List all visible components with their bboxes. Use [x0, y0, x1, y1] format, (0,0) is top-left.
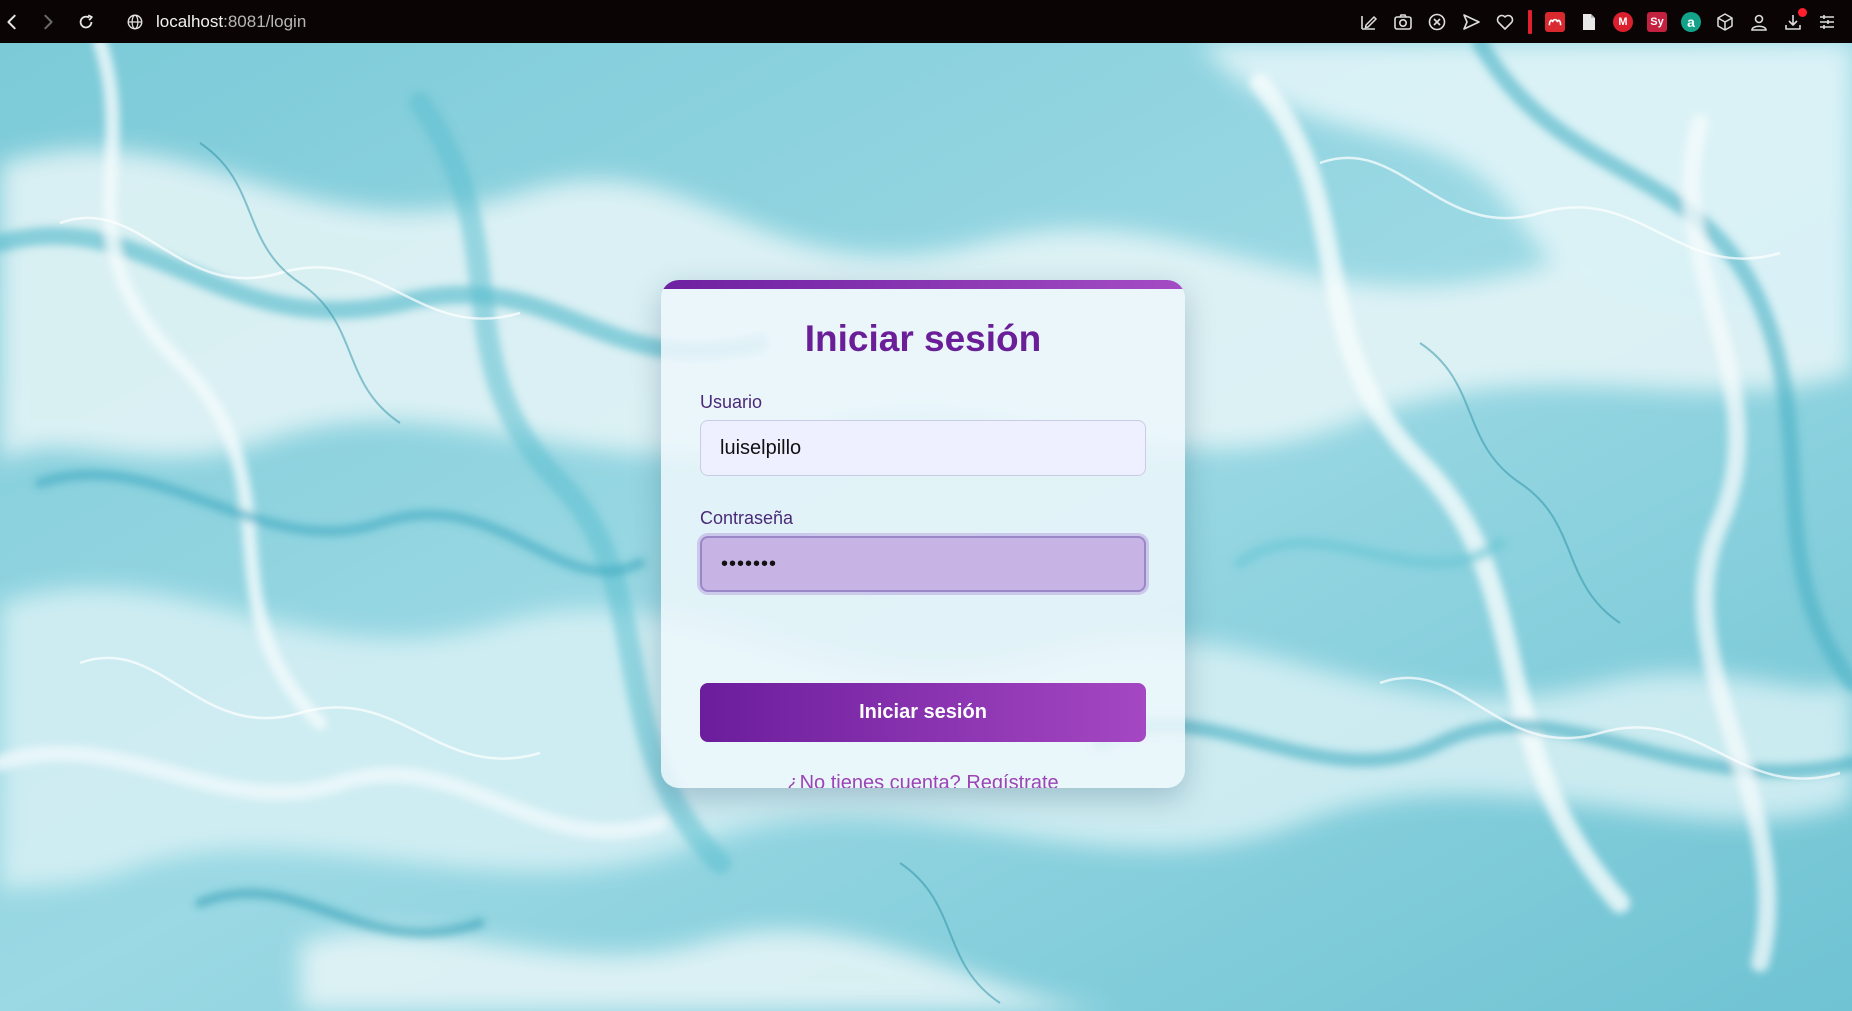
password-value: ••••••• — [721, 552, 778, 575]
back-button[interactable] — [2, 12, 22, 32]
login-card: Iniciar sesión Usuario luiselpillo Contr… — [661, 280, 1185, 788]
m-extension[interactable]: M — [1612, 11, 1634, 33]
sy-extension[interactable]: Sy — [1646, 11, 1668, 33]
forward-arrow-icon — [44, 14, 53, 29]
edit-icon — [1361, 15, 1378, 30]
browser-toolbar: localhost:8081/login M Sy a — [0, 0, 1852, 43]
back-arrow-icon — [7, 14, 16, 29]
profile-button[interactable] — [1748, 11, 1770, 33]
forward-button[interactable] — [38, 12, 58, 32]
a-icon: a — [1681, 11, 1701, 32]
username-value: luiselpillo — [720, 436, 802, 459]
cube-icon — [1717, 12, 1733, 31]
url-path: :8081/login — [223, 11, 307, 31]
url-host: localhost — [156, 11, 224, 31]
address-bar[interactable]: localhost:8081/login — [126, 7, 306, 37]
page-viewport: Iniciar sesión Usuario luiselpillo Contr… — [0, 43, 1852, 1011]
url-text: localhost:8081/login — [156, 12, 306, 32]
login-button-label: Iniciar sesión — [859, 701, 987, 723]
mendeley-icon — [1545, 11, 1565, 32]
document-icon — [1583, 13, 1595, 30]
block-extension[interactable] — [1426, 11, 1448, 33]
reload-button[interactable] — [76, 12, 96, 32]
heart-icon — [1496, 14, 1514, 30]
reload-icon — [79, 13, 93, 28]
m-icon: M — [1613, 11, 1633, 32]
downloads-button[interactable] — [1782, 7, 1807, 33]
register-link[interactable]: ¿No tienes cuenta? Regístrate — [661, 772, 1185, 788]
extensions-bar: M Sy a — [1358, 0, 1838, 43]
notification-dot — [1798, 7, 1807, 17]
close-circle-icon — [1428, 13, 1446, 30]
card-accent-bar — [661, 280, 1185, 289]
screenshot-extension[interactable] — [1392, 11, 1414, 33]
sy-icon: Sy — [1647, 11, 1667, 32]
camera-icon — [1394, 13, 1412, 30]
favorites-extension[interactable] — [1494, 11, 1516, 33]
a-extension[interactable]: a — [1680, 11, 1702, 33]
mendeley-extension[interactable] — [1544, 11, 1566, 33]
edit-extension[interactable] — [1358, 11, 1380, 33]
login-button[interactable]: Iniciar sesión — [700, 683, 1146, 742]
menu-button[interactable] — [1816, 11, 1838, 33]
send-icon — [1463, 13, 1480, 30]
profile-icon — [1751, 14, 1767, 31]
username-field[interactable]: luiselpillo — [700, 420, 1146, 476]
menu-icon — [1820, 14, 1834, 29]
send-extension[interactable] — [1460, 11, 1482, 33]
toolbar-separator — [1528, 9, 1532, 34]
password-label: Contraseña — [700, 508, 794, 528]
username-label: Usuario — [700, 392, 763, 412]
document-extension[interactable] — [1578, 11, 1600, 33]
globe-icon — [127, 14, 143, 29]
password-field[interactable]: ••••••• — [700, 536, 1146, 592]
cube-extension[interactable] — [1714, 11, 1736, 33]
page-title: Iniciar sesión — [804, 318, 1042, 359]
